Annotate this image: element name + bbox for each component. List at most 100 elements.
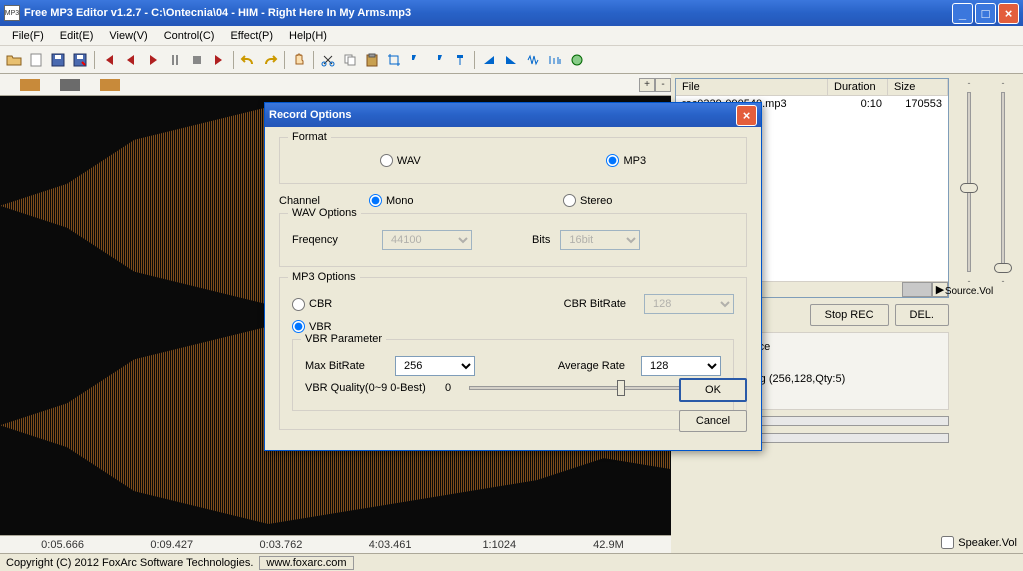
col-duration[interactable]: Duration — [828, 79, 888, 95]
minimize-button[interactable]: _ — [952, 3, 973, 24]
time-value: 0:03.762 — [226, 539, 335, 551]
slider-thumb[interactable] — [960, 183, 978, 193]
prev-icon[interactable] — [121, 50, 141, 70]
zoom-out-button[interactable]: - — [655, 78, 671, 92]
slider-thumb[interactable] — [994, 263, 1012, 273]
skip-end-icon[interactable] — [209, 50, 229, 70]
menu-file[interactable]: File(F) — [4, 28, 52, 44]
delete-button[interactable]: DEL. — [895, 304, 949, 326]
time-value: 0:05.666 — [8, 539, 117, 551]
maximize-button[interactable]: □ — [975, 3, 996, 24]
hand-icon[interactable] — [289, 50, 309, 70]
vbr-parameter-fieldset: VBR Parameter Max BitRate 256 Average Ra… — [292, 339, 734, 411]
speaker-volume-slider[interactable]: - - — [987, 78, 1019, 549]
marker1-icon[interactable] — [406, 50, 426, 70]
skip-start-icon[interactable] — [99, 50, 119, 70]
zoom-in-button[interactable]: + — [639, 78, 655, 92]
cell-size: 170553 — [888, 97, 948, 111]
max-bitrate-label: Max BitRate — [305, 360, 385, 372]
cell-duration: 0:10 — [828, 97, 888, 111]
format-legend: Format — [288, 131, 331, 143]
source-volume-slider[interactable]: - - Source.Vol — [953, 78, 985, 549]
cbr-bitrate-label: CBR BitRate — [392, 298, 634, 310]
copy-icon[interactable] — [340, 50, 360, 70]
fade-in-icon[interactable] — [479, 50, 499, 70]
speaker-vol-label: Speaker.Vol — [958, 537, 1017, 549]
redo-icon[interactable] — [260, 50, 280, 70]
cbr-radio[interactable]: CBR — [292, 298, 382, 311]
bits-label: Bits — [532, 234, 550, 246]
channel-stereo-radio[interactable]: Stereo — [563, 194, 747, 207]
amplify-icon[interactable] — [523, 50, 543, 70]
frequency-select: 44100 — [382, 230, 472, 250]
menu-edit[interactable]: Edit(E) — [52, 28, 102, 44]
dialog-close-button[interactable]: × — [736, 105, 757, 126]
format-wav-radio[interactable]: WAV — [380, 154, 421, 167]
fade-out-icon[interactable] — [501, 50, 521, 70]
speaker-vol-checkbox-row: Speaker.Vol — [941, 536, 1017, 549]
dialog-title: Record Options — [269, 109, 734, 121]
vbr-quality-min: 0 — [445, 382, 451, 394]
close-button[interactable]: × — [998, 3, 1019, 24]
pause-icon[interactable] — [165, 50, 185, 70]
vbr-radio[interactable]: VBR — [292, 320, 332, 333]
mp3-legend: MP3 Options — [288, 271, 360, 283]
menu-help[interactable]: Help(H) — [281, 28, 335, 44]
ruler-segment — [60, 79, 80, 91]
wav-options-fieldset: WAV Options Freqency 44100 Bits 16bit — [279, 213, 747, 267]
max-bitrate-select[interactable]: 256 — [395, 356, 475, 376]
normalize-icon[interactable] — [545, 50, 565, 70]
avg-rate-select[interactable]: 128 — [641, 356, 721, 376]
time-value: 1:1024 — [445, 539, 554, 551]
menu-effect[interactable]: Effect(P) — [222, 28, 281, 44]
time-value: 0:09.427 — [117, 539, 226, 551]
menu-view[interactable]: View(V) — [101, 28, 155, 44]
bits-select: 16bit — [560, 230, 640, 250]
speaker-vol-checkbox[interactable] — [941, 536, 954, 549]
paste-icon[interactable] — [362, 50, 382, 70]
file-list-header: File Duration Size — [676, 79, 948, 96]
col-file[interactable]: File — [676, 79, 828, 95]
timeline-ruler[interactable]: + - — [0, 74, 671, 96]
effect-icon[interactable] — [567, 50, 587, 70]
website-link[interactable]: www.foxarc.com — [259, 556, 353, 570]
channel-mono-radio[interactable]: Mono — [369, 194, 553, 207]
ok-button[interactable]: OK — [679, 378, 747, 402]
scrollbar-thumb[interactable] — [902, 282, 932, 297]
save-icon[interactable] — [48, 50, 68, 70]
marker2-icon[interactable] — [428, 50, 448, 70]
avg-rate-label: Average Rate — [485, 360, 631, 372]
dialog-titlebar[interactable]: Record Options × — [265, 103, 761, 127]
crop-icon[interactable] — [384, 50, 404, 70]
slider-thumb[interactable] — [617, 380, 625, 396]
status-bar: Copyright (C) 2012 FoxArc Software Techn… — [0, 553, 1023, 571]
new-icon[interactable] — [26, 50, 46, 70]
ruler-segment — [20, 79, 40, 91]
stop-rec-button[interactable]: Stop REC — [810, 304, 889, 326]
format-mp3-radio[interactable]: MP3 — [606, 154, 646, 167]
record-options-dialog: Record Options × Format WAV MP3 Channel … — [264, 102, 762, 451]
undo-icon[interactable] — [238, 50, 258, 70]
window-titlebar: MP3 Free MP3 Editor v1.2.7 - C:\Ontecnia… — [0, 0, 1023, 26]
play-icon[interactable] — [143, 50, 163, 70]
cancel-button[interactable]: Cancel — [679, 410, 747, 432]
marker3-icon[interactable] — [450, 50, 470, 70]
vbr-quality-slider[interactable] — [469, 386, 697, 390]
stop-icon[interactable] — [187, 50, 207, 70]
app-icon: MP3 — [4, 5, 20, 21]
slider-track[interactable] — [1001, 92, 1005, 272]
open-icon[interactable] — [4, 50, 24, 70]
channel-label: Channel — [279, 195, 359, 207]
toolbar — [0, 46, 1023, 74]
time-value: 42.9M — [554, 539, 663, 551]
menu-control[interactable]: Control(C) — [156, 28, 223, 44]
cut-icon[interactable] — [318, 50, 338, 70]
window-title: Free MP3 Editor v1.2.7 - C:\Ontecnia\04 … — [24, 7, 950, 19]
slider-track[interactable] — [967, 92, 971, 272]
cbr-bitrate-select: 128 — [644, 294, 734, 314]
format-fieldset: Format WAV MP3 — [279, 137, 747, 184]
wav-legend: WAV Options — [288, 207, 361, 219]
col-size[interactable]: Size — [888, 79, 948, 95]
time-info-bar: 0:05.666 0:09.427 0:03.762 4:03.461 1:10… — [0, 535, 671, 553]
save-as-icon[interactable] — [70, 50, 90, 70]
